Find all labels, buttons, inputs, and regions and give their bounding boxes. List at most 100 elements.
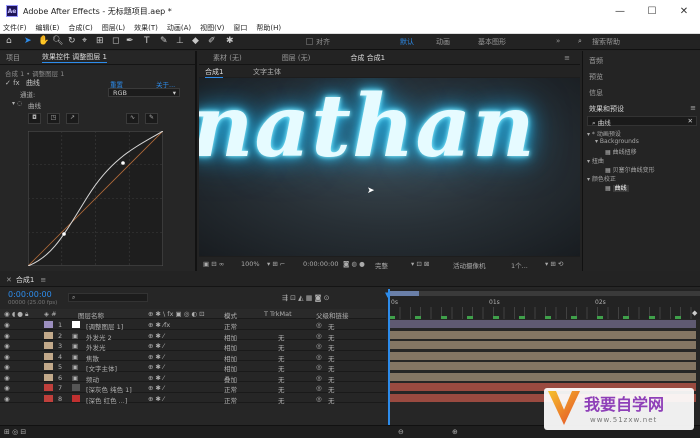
layer-parent[interactable]: 无 xyxy=(328,384,335,394)
pan-behind-tool-icon[interactable]: ⊞ xyxy=(96,36,104,46)
camera-dropdown[interactable]: 活动摄像机 xyxy=(453,260,486,270)
layer-trkmat[interactable]: 无 xyxy=(278,353,285,363)
curves-graph[interactable] xyxy=(28,131,163,266)
layer-color-label[interactable] xyxy=(44,363,53,370)
tab-layer[interactable]: 图层 (无) xyxy=(282,53,311,63)
tree-item-selected[interactable]: ▦ 曲线 xyxy=(587,183,655,192)
layer-trkmat[interactable]: 无 xyxy=(278,374,285,384)
puppet-tool-icon[interactable]: ✱ xyxy=(226,36,234,46)
layer-trkmat[interactable]: 无 xyxy=(278,395,285,405)
hand-tool-icon[interactable]: ✋ xyxy=(38,36,49,46)
layer-name[interactable]: [文字主体] xyxy=(86,363,117,373)
home-icon[interactable]: ⌂ xyxy=(6,36,12,46)
layer-name[interactable]: 焦散 xyxy=(86,353,99,363)
menu-animation[interactable]: 动画(A) xyxy=(167,23,191,33)
tree-item[interactable]: ▦ 曲线扭移 xyxy=(587,147,655,156)
tab-comp1[interactable]: 合成1 xyxy=(16,275,34,285)
clear-search-icon[interactable]: ✕ xyxy=(688,117,693,125)
roto-brush-tool-icon[interactable]: ✐ xyxy=(208,36,216,46)
layer-mode[interactable]: 叠加 xyxy=(224,374,237,384)
zoom-tool-icon[interactable]: 🔍︎ xyxy=(52,36,63,46)
visibility-icon[interactable]: ◉ xyxy=(4,384,10,392)
fit-icon[interactable]: ▾ ⊞ ⌐ xyxy=(267,260,285,268)
layer-switches[interactable]: ⊕ ✱ ⁄ xyxy=(148,363,164,371)
curve-expand-icon[interactable]: ▾ ◌ xyxy=(12,100,22,107)
panel-menu-icon[interactable]: ≡ xyxy=(564,54,570,62)
parent-pickwhip-icon[interactable]: ◎ xyxy=(316,332,322,340)
layer-mode[interactable]: 相加 xyxy=(224,363,237,373)
search-help-field[interactable]: 搜索帮助 xyxy=(592,37,620,47)
view-options-icon[interactable]: ▾ ⊡ ⊠ xyxy=(411,260,429,268)
layer-switches[interactable]: ⊕ ✱ ⁄ xyxy=(148,332,164,340)
visibility-icon[interactable]: ◉ xyxy=(4,342,10,350)
tree-item[interactable]: ▾ 扭曲 xyxy=(587,156,655,165)
layer-trkmat[interactable]: 无 xyxy=(278,332,285,342)
playhead-handle-icon[interactable]: ▼ xyxy=(385,291,390,299)
close-button[interactable]: ✕ xyxy=(668,0,700,22)
timecode[interactable]: 0:00:00:00 xyxy=(8,290,52,299)
effects-search-input[interactable]: ⌕ 曲线 ✕ xyxy=(587,116,697,127)
tree-item[interactable]: ▦ 贝塞尔曲线变形 xyxy=(587,165,655,174)
layer-parent[interactable]: 无 xyxy=(328,321,335,331)
views-dropdown[interactable]: 1个... xyxy=(511,260,528,270)
viewer-more-icon[interactable]: ▾ ⊞ ⟲ xyxy=(545,260,563,268)
layer-name[interactable]: 外发光 xyxy=(86,342,106,352)
menu-edit[interactable]: 编辑(E) xyxy=(36,23,60,33)
eraser-tool-icon[interactable]: ◆ xyxy=(192,36,199,46)
track-bar[interactable] xyxy=(390,351,696,360)
layer-switches[interactable]: ⊕ ✱ ⁄ xyxy=(148,374,164,382)
layer-row[interactable]: ◉ 4 ▣ 焦散 ⊕ ✱ ⁄ 相加 无 ◎ 无 xyxy=(0,352,386,363)
layer-name[interactable]: [深色 红色 ...] xyxy=(86,395,127,405)
brush-tool-icon[interactable]: ✎ xyxy=(160,36,168,46)
bezier-curve-icon[interactable]: ∿ xyxy=(126,113,139,124)
layer-color-label[interactable] xyxy=(44,321,53,328)
subtab-comp1[interactable]: 合成1 xyxy=(205,67,224,78)
parent-pickwhip-icon[interactable]: ◎ xyxy=(316,321,322,329)
layer-parent[interactable]: 无 xyxy=(328,363,335,373)
workspace-menu-icon[interactable]: » xyxy=(556,37,560,45)
align-checkbox[interactable] xyxy=(306,38,313,45)
tab-footage[interactable]: 素材 (无) xyxy=(213,53,242,63)
visibility-icon[interactable]: ◉ xyxy=(4,353,10,361)
type-tool-icon[interactable]: T xyxy=(144,36,150,46)
rotate-tool-icon[interactable]: ↻ xyxy=(68,36,76,46)
panel-preview[interactable]: 预览 xyxy=(589,72,603,82)
workspace-animation[interactable]: 动画 xyxy=(436,37,450,47)
menu-effect[interactable]: 效果(T) xyxy=(134,23,158,33)
menu-layer[interactable]: 图层(L) xyxy=(102,23,125,33)
parent-pickwhip-icon[interactable]: ◎ xyxy=(316,342,322,350)
layer-parent[interactable]: 无 xyxy=(328,332,335,342)
channel-dropdown[interactable]: RGB ▾ xyxy=(108,88,180,97)
workspace-default[interactable]: 默认 xyxy=(400,37,414,47)
visibility-icon[interactable]: ◉ xyxy=(4,395,10,403)
selection-tool-icon[interactable]: ➤ xyxy=(24,36,32,46)
maximize-button[interactable]: ☐ xyxy=(636,0,668,22)
track-bar[interactable] xyxy=(390,372,696,381)
work-area-bar[interactable] xyxy=(389,291,700,296)
menu-view[interactable]: 视图(V) xyxy=(200,23,224,33)
track-bar[interactable] xyxy=(390,341,696,349)
parent-pickwhip-icon[interactable]: ◎ xyxy=(316,384,322,392)
layer-color-label[interactable] xyxy=(44,384,53,391)
layer-search-input[interactable]: ⌕ xyxy=(68,293,148,302)
col-trkmat[interactable]: T TrkMat xyxy=(264,310,292,318)
layer-row[interactable]: ◉ 2 ▣ 外发光 2 ⊕ ✱ ⁄ 相加 无 ◎ 无 xyxy=(0,331,386,342)
panel-audio[interactable]: 音频 xyxy=(589,56,603,66)
grid-toggle-icon[interactable]: ▣ ⊟ ∞ xyxy=(203,260,224,268)
parent-pickwhip-icon[interactable]: ◎ xyxy=(316,395,322,403)
menu-window[interactable]: 窗口 xyxy=(233,23,247,33)
layer-switches[interactable]: ⊕ ✱ ⁄ xyxy=(148,353,164,361)
auto-curve-icon[interactable]: ↗ xyxy=(66,113,79,124)
time-ruler[interactable]: 0s 01s 02s xyxy=(388,289,700,319)
layer-color-label[interactable] xyxy=(44,394,53,402)
timeline-switches-icons[interactable]: ⇶ ⊡ ◭ ▦ ◙ ⊙ xyxy=(282,294,330,302)
zoom-in-icon[interactable]: ⊕ xyxy=(452,428,458,436)
shape-tool-icon[interactable]: ◻ xyxy=(112,36,119,46)
panel-info[interactable]: 信息 xyxy=(589,88,603,98)
col-mode[interactable]: 模式 xyxy=(224,310,237,320)
channel-icon[interactable]: ◘ xyxy=(28,113,41,124)
tab-composition[interactable]: 合成 合成1 xyxy=(350,53,385,63)
snapshot-icon[interactable]: ◙ ◍ ● xyxy=(343,260,365,268)
layer-color-label[interactable] xyxy=(44,331,53,339)
tab-effect-controls[interactable]: 效果控件 调整图层 1 xyxy=(42,52,107,63)
